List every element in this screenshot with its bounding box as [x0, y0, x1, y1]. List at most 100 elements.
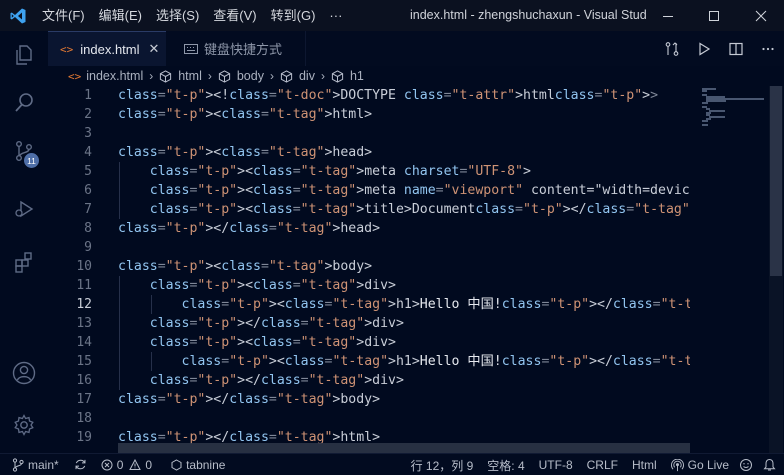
breadcrumb-html[interactable]: html — [159, 69, 202, 83]
breadcrumb-label: body — [236, 69, 264, 83]
minimap-line — [705, 100, 727, 102]
line-number: 17 — [76, 392, 92, 407]
cursor-position[interactable]: 行 12，列 9 — [406, 454, 483, 475]
html-file-icon: <> — [68, 69, 82, 83]
minimize-icon[interactable] — [645, 0, 691, 31]
code-line[interactable]: class="t-p"><class="t-tag">div> — [118, 333, 690, 352]
menu-edit[interactable]: 编辑(E) — [92, 0, 149, 31]
line-number: 7 — [84, 202, 92, 217]
breadcrumb-label: h1 — [349, 69, 364, 83]
menu-view[interactable]: 查看(V) — [206, 0, 263, 31]
code-line[interactable]: class="t-p"><class="t-tag">head> — [118, 143, 690, 162]
menu-file[interactable]: 文件(F) — [36, 0, 92, 31]
horizontal-scrollbar[interactable] — [118, 443, 690, 453]
tab-index-html[interactable]: <> index.html ✕ — [48, 31, 166, 66]
code-line[interactable]: class="t-p"><class="t-tag">h1>Hello 中国!c… — [118, 295, 690, 314]
feedback-icon[interactable] — [734, 454, 758, 475]
encoding[interactable]: UTF-8 — [534, 454, 582, 475]
code-line[interactable]: class="t-p"><class="t-tag">div> — [118, 276, 690, 295]
code-line[interactable]: class="t-p"><!class="t-doc">DOCTYPE clas… — [118, 86, 690, 105]
symbol-cube-icon — [160, 69, 172, 83]
menu-selection[interactable]: 选择(S) — [149, 0, 206, 31]
vertical-scrollbar[interactable] — [769, 86, 783, 453]
code-line[interactable] — [118, 409, 690, 428]
run-debug-icon[interactable] — [0, 185, 48, 233]
menu-bar: 文件(F) 编辑(E) 选择(S) 查看(V) 转到(G) ··· — [36, 0, 349, 31]
run-icon[interactable] — [688, 31, 720, 66]
breadcrumb-label: html — [178, 69, 202, 83]
code-line[interactable]: class="t-p"><class="t-tag">html> — [118, 105, 690, 124]
code-line[interactable]: class="t-p"><class="t-tag">meta charset=… — [118, 162, 690, 181]
menu-go[interactable]: 转到(G) — [264, 0, 323, 31]
code-line[interactable]: class="t-p"><class="t-tag">body> — [118, 257, 690, 276]
symbol-cube-icon — [331, 69, 344, 83]
editor-actions — [656, 31, 784, 66]
breadcrumb-h1[interactable]: h1 — [331, 69, 364, 83]
keyboard-icon — [184, 43, 198, 54]
code-line[interactable]: class="t-p"><class="t-tag">meta name="vi… — [118, 181, 690, 200]
line-number: 6 — [84, 183, 92, 198]
maximize-icon[interactable] — [691, 0, 737, 31]
minimap-line — [709, 110, 726, 112]
go-live-label: Go Live — [687, 458, 729, 472]
end-of-line[interactable]: CRLF — [582, 454, 627, 475]
tabnine-status[interactable]: tabnine — [157, 454, 230, 475]
go-live-button[interactable]: Go Live — [666, 454, 734, 475]
compare-changes-icon[interactable] — [656, 31, 688, 66]
vscode-logo-icon — [0, 0, 36, 31]
status-bar: main* 0 0 tabnine 行 12，列 9 空格: 4 UTF-8 C… — [0, 453, 784, 475]
tab-label: index.html — [80, 41, 140, 57]
breadcrumb-file[interactable]: <> index.html — [68, 69, 143, 83]
line-number: 19 — [76, 430, 92, 445]
line-number: 10 — [76, 259, 92, 274]
line-number-gutter: 1 2 3 4 5 6 7 8 9 10 11 12 13 14 15 16 17 18 19 — [48, 86, 110, 447]
tab-close-icon[interactable]: ✕ — [149, 41, 160, 57]
code-editor[interactable]: 1 2 3 4 5 6 7 8 9 10 11 12 13 14 15 16 17 18 19 class="t-p… — [48, 86, 784, 453]
tab-keyboard-shortcuts[interactable]: 键盘快捷方式 — [166, 31, 306, 66]
vertical-scrollbar-thumb[interactable] — [770, 86, 782, 276]
broadcast-icon — [670, 458, 684, 471]
error-icon — [101, 459, 113, 470]
sync-icon[interactable] — [64, 454, 92, 475]
extensions-icon[interactable] — [0, 238, 48, 286]
code-line[interactable] — [118, 238, 690, 257]
code-lines[interactable]: class="t-p"><!class="t-doc">DOCTYPE clas… — [118, 86, 690, 447]
code-line[interactable]: class="t-p"><class="t-tag">h1>Hello 中国!c… — [118, 352, 690, 371]
close-icon[interactable] — [738, 0, 784, 31]
split-editor-icon[interactable] — [720, 31, 752, 66]
code-line[interactable]: class="t-p"></class="t-tag">head> — [118, 219, 690, 238]
menu-more[interactable]: ··· — [322, 0, 349, 31]
minimap[interactable] — [698, 86, 768, 146]
tabnine-label: tabnine — [186, 457, 226, 472]
line-number: 16 — [76, 373, 92, 388]
breadcrumb: <> index.html › html › body › div › h1 — [48, 66, 784, 86]
tabnine-icon — [171, 458, 182, 471]
breadcrumb-label: index.html — [86, 69, 144, 83]
window-title: index.html - zhengshuchaxun - Visual Stu… — [410, 8, 646, 22]
indentation[interactable]: 空格: 4 — [482, 454, 533, 475]
code-line[interactable]: class="t-p"></class="t-tag">div> — [118, 314, 690, 333]
language-mode[interactable]: Html — [627, 454, 666, 475]
line-number: 8 — [84, 221, 92, 236]
status-bar-right: 行 12，列 9 空格: 4 UTF-8 CRLF Html Go Live — [406, 454, 784, 475]
code-line[interactable] — [118, 124, 690, 143]
breadcrumb-body[interactable]: body — [218, 69, 264, 83]
error-count: 0 — [116, 457, 124, 472]
source-control-icon[interactable]: 11 — [0, 127, 48, 175]
explorer-icon[interactable] — [0, 31, 48, 79]
branch-indicator[interactable]: main* — [0, 454, 64, 475]
line-number: 12 — [76, 297, 92, 312]
search-icon[interactable] — [0, 79, 48, 127]
more-actions-icon[interactable] — [752, 31, 784, 66]
breadcrumb-div[interactable]: div — [280, 69, 315, 83]
accounts-icon[interactable] — [0, 349, 48, 397]
tab-label: 键盘快捷方式 — [204, 42, 283, 57]
notifications-icon[interactable] — [758, 454, 784, 475]
code-line[interactable]: class="t-p"></class="t-tag">body> — [118, 390, 690, 409]
problems-indicator[interactable]: 0 0 — [92, 454, 157, 475]
chevron-right-icon: › — [207, 69, 212, 83]
code-line[interactable]: class="t-p"></class="t-tag">div> — [118, 371, 690, 390]
code-line[interactable]: class="t-p"><class="t-tag">title>Documen… — [118, 200, 690, 219]
manage-gear-icon[interactable] — [0, 401, 48, 449]
symbol-cube-icon — [280, 69, 293, 83]
